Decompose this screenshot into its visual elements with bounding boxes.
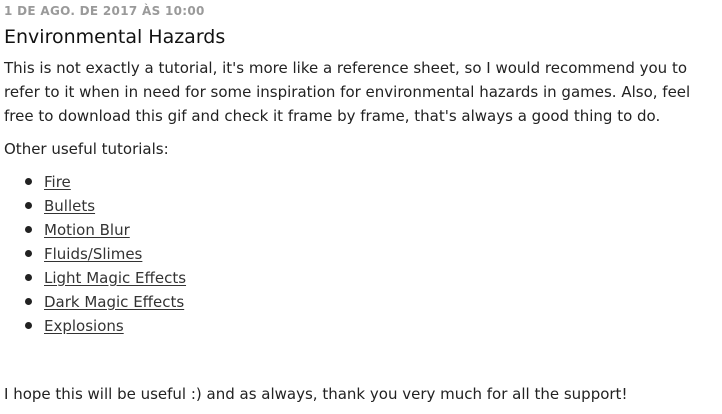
list-item: Dark Magic Effects <box>24 290 186 314</box>
bullet-icon <box>25 322 32 329</box>
bullet-icon <box>25 274 32 281</box>
tutorial-link-dark-magic-effects[interactable]: Dark Magic Effects <box>44 293 184 311</box>
other-tutorials-heading: Other useful tutorials: <box>4 140 169 158</box>
list-item: Bullets <box>24 194 186 218</box>
list-item: Motion Blur <box>24 218 186 242</box>
bullet-icon <box>25 226 32 233</box>
post-title: Environmental Hazards <box>4 26 226 48</box>
post-intro-text: This is not exactly a tutorial, it's mor… <box>4 59 691 125</box>
list-item: Fire <box>24 170 186 194</box>
tutorial-link-motion-blur[interactable]: Motion Blur <box>44 221 130 239</box>
tutorial-link-light-magic-effects[interactable]: Light Magic Effects <box>44 269 186 287</box>
post-closing-text: I hope this will be useful :) and as alw… <box>4 385 628 403</box>
bullet-icon <box>25 298 32 305</box>
tutorial-link-list: Fire Bullets Motion Blur Fluids/Slimes L… <box>24 170 186 338</box>
tutorial-link-explosions[interactable]: Explosions <box>44 317 124 335</box>
bullet-icon <box>25 178 32 185</box>
list-item: Light Magic Effects <box>24 266 186 290</box>
list-item: Explosions <box>24 314 186 338</box>
post-date: 1 DE AGO. DE 2017 ÀS 10:00 <box>4 4 205 18</box>
bullet-icon <box>25 202 32 209</box>
tutorial-link-fire[interactable]: Fire <box>44 173 71 191</box>
tutorial-link-fluids-slimes[interactable]: Fluids/Slimes <box>44 245 142 263</box>
list-item: Fluids/Slimes <box>24 242 186 266</box>
bullet-icon <box>25 250 32 257</box>
tutorial-link-bullets[interactable]: Bullets <box>44 197 95 215</box>
